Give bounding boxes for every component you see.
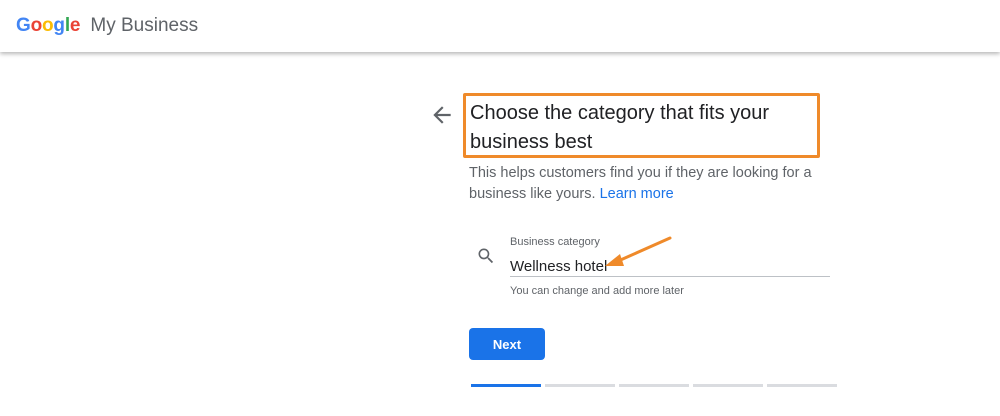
progress-step — [767, 384, 837, 387]
progress-step — [693, 384, 763, 387]
progress-step — [471, 384, 541, 387]
next-button[interactable]: Next — [469, 328, 545, 360]
app-header: Google My Business — [0, 0, 1000, 52]
product-name: My Business — [90, 15, 199, 36]
page-title: Choose the category that fits your busin… — [470, 102, 770, 153]
progress-step — [545, 384, 615, 387]
google-my-business-logo[interactable]: Google My Business — [16, 14, 198, 38]
brand-letter: e — [69, 15, 81, 36]
business-category-label: Business category — [510, 236, 600, 248]
brand-letter: g — [53, 15, 65, 36]
arrow-back-icon — [433, 106, 451, 124]
back-button[interactable] — [429, 102, 455, 128]
progress-step — [619, 384, 689, 387]
page-subtitle: This helps customers find you if they ar… — [469, 163, 814, 205]
input-underline — [510, 276, 830, 277]
learn-more-link[interactable]: Learn more — [600, 186, 674, 202]
google-wordmark: Google — [16, 15, 85, 36]
brand-letter: o — [42, 15, 54, 36]
field-hint: You can change and add more later — [510, 285, 684, 297]
brand-letter: o — [30, 15, 43, 36]
brand-letter: G — [16, 15, 31, 36]
progress-indicator — [471, 384, 837, 387]
annotation-arrow-icon — [605, 236, 672, 266]
search-icon — [476, 246, 496, 266]
